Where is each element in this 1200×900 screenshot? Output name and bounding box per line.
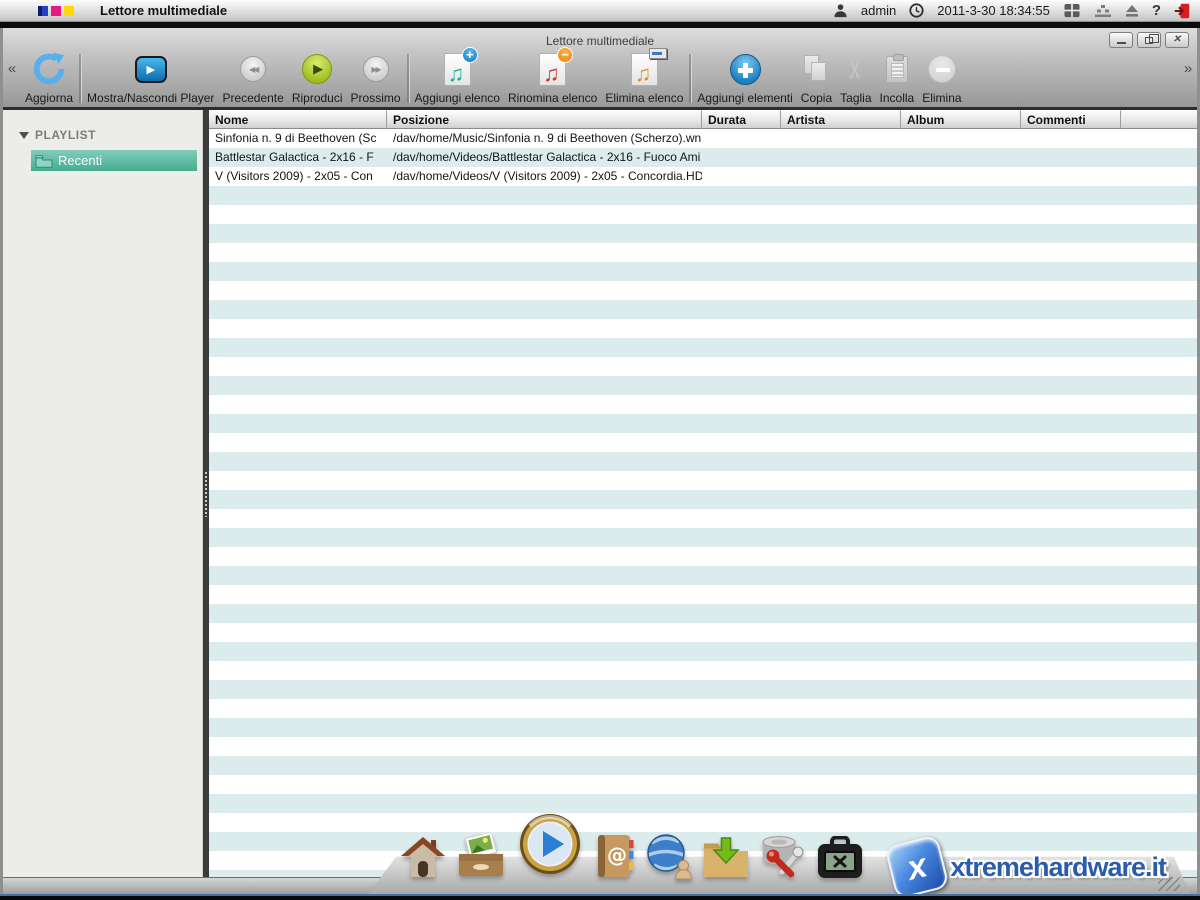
minimize-icon [1117, 42, 1126, 44]
topbar-separator [0, 22, 1200, 28]
refresh-button[interactable]: Aggiorna [21, 50, 77, 105]
media-player-icon[interactable] [518, 812, 582, 881]
close-icon [1173, 35, 1181, 45]
playlist-delete-icon: ♫ [631, 50, 658, 88]
player-toggle-icon [135, 50, 167, 88]
column-header-album[interactable]: Album [901, 110, 1021, 129]
paste-button[interactable]: Incolla [876, 50, 919, 105]
playlist-sidebar: PLAYLIST Recenti [3, 110, 203, 877]
copy-button[interactable]: Copia [797, 50, 836, 105]
copy-icon [804, 50, 828, 88]
restore-button[interactable] [1137, 32, 1161, 48]
previous-icon: ◀◀ [240, 50, 266, 88]
delete-items-button[interactable]: Elimina [918, 50, 965, 105]
user-icon [833, 3, 848, 18]
system-bar-title: Lettore multimediale [100, 3, 227, 18]
playlist-add-icon: ♫+ [444, 50, 471, 88]
system-tools-icon[interactable] [815, 836, 865, 885]
cut-button[interactable]: Taglia [836, 50, 875, 105]
clock-icon [909, 3, 924, 18]
collapse-triangle-icon [19, 132, 29, 139]
next-button[interactable]: ▶▶ Prossimo [347, 50, 405, 105]
remove-icon [928, 50, 956, 88]
column-header-artista[interactable]: Artista [781, 110, 901, 129]
minimize-button[interactable] [1109, 32, 1133, 48]
playlist-rename-icon: ♫− [539, 50, 566, 88]
delete-playlist-button[interactable]: ♫ Elimina elenco [601, 50, 687, 105]
column-header-spacer [1121, 110, 1197, 129]
svg-text:@: @ [607, 843, 627, 867]
restore-icon [1145, 37, 1153, 44]
watermark-logo: x [885, 834, 950, 899]
toolbar-scroll-left[interactable] [3, 60, 21, 77]
sidebar-item-recenti[interactable]: Recenti [31, 150, 197, 171]
play-icon [302, 50, 332, 88]
table-row[interactable]: V (Visitors 2009) - 2x05 - Con /dav/home… [209, 167, 1197, 186]
rename-playlist-button[interactable]: ♫− Rinomina elenco [504, 50, 601, 105]
cut-icon [846, 50, 866, 88]
top-system-bar: Lettore multimediale admin 2011-3-30 18:… [0, 0, 1200, 22]
logout-icon[interactable] [1174, 3, 1190, 19]
close-button[interactable] [1165, 32, 1189, 48]
splitter-grip-icon [204, 471, 208, 517]
home-icon[interactable] [398, 834, 448, 885]
desktop-bottom-edge [0, 894, 1200, 900]
toolbar-separator [79, 54, 81, 103]
toggle-player-button[interactable]: Mostra/Nascondi Player [83, 50, 218, 105]
site-watermark: x xtremehardware.it [890, 840, 1166, 894]
paste-icon [886, 50, 908, 88]
play-button[interactable]: Riproduci [288, 50, 347, 105]
logged-in-user[interactable]: admin [861, 3, 896, 18]
column-header-nome[interactable]: Nome [209, 110, 387, 129]
system-datetime: 2011-3-30 18:34:55 [937, 3, 1050, 18]
help-icon[interactable]: ? [1152, 2, 1161, 19]
table-row[interactable]: Sinfonia n. 9 di Beethoven (Sc /dav/home… [209, 129, 1197, 148]
download-station-icon[interactable] [701, 834, 751, 885]
column-header-posizione[interactable]: Posizione [387, 110, 702, 129]
eject-icon[interactable] [1125, 5, 1139, 17]
table-body: Sinfonia n. 9 di Beethoven (Sc /dav/home… [209, 129, 1197, 877]
previous-button[interactable]: ◀◀ Precedente [218, 50, 287, 105]
disk-tools-icon[interactable] [758, 832, 808, 885]
photo-station-icon[interactable] [455, 834, 507, 885]
next-icon: ▶▶ [363, 50, 389, 88]
toolbar-separator [689, 54, 691, 103]
folder-icon [35, 154, 53, 168]
column-header-commenti[interactable]: Commenti [1021, 110, 1121, 129]
media-player-window: Lettore multimediale Aggiorna Mostra/Nas… [0, 28, 1200, 894]
apps-grid-icon[interactable] [1063, 3, 1081, 18]
add-items-icon [730, 50, 761, 88]
nas-logo [38, 6, 74, 16]
column-header-durata[interactable]: Durata [702, 110, 781, 129]
refresh-icon [30, 50, 68, 88]
table-header: Nome Posizione Durata Artista Album Comm… [209, 110, 1197, 129]
window-toolbar: Lettore multimediale Aggiorna Mostra/Nas… [3, 28, 1197, 110]
toolbar-scroll-right[interactable] [1179, 60, 1197, 77]
add-items-button[interactable]: Aggiungi elementi [693, 50, 796, 105]
table-row[interactable]: Battlestar Galactica - 2x16 - F /dav/hom… [209, 148, 1197, 167]
playlist-section-header[interactable]: PLAYLIST [19, 128, 202, 142]
toolbar-separator [407, 54, 409, 103]
window-title: Lettore multimediale [3, 34, 1197, 48]
address-book-icon[interactable]: @ [593, 832, 637, 885]
add-playlist-button[interactable]: ♫+ Aggiungi elenco [411, 50, 504, 105]
web-users-icon[interactable] [644, 832, 694, 885]
media-list: Nome Posizione Durata Artista Album Comm… [209, 110, 1197, 877]
network-hub-icon[interactable] [1094, 4, 1112, 18]
watermark-text: xtremehardware.it [950, 852, 1166, 883]
